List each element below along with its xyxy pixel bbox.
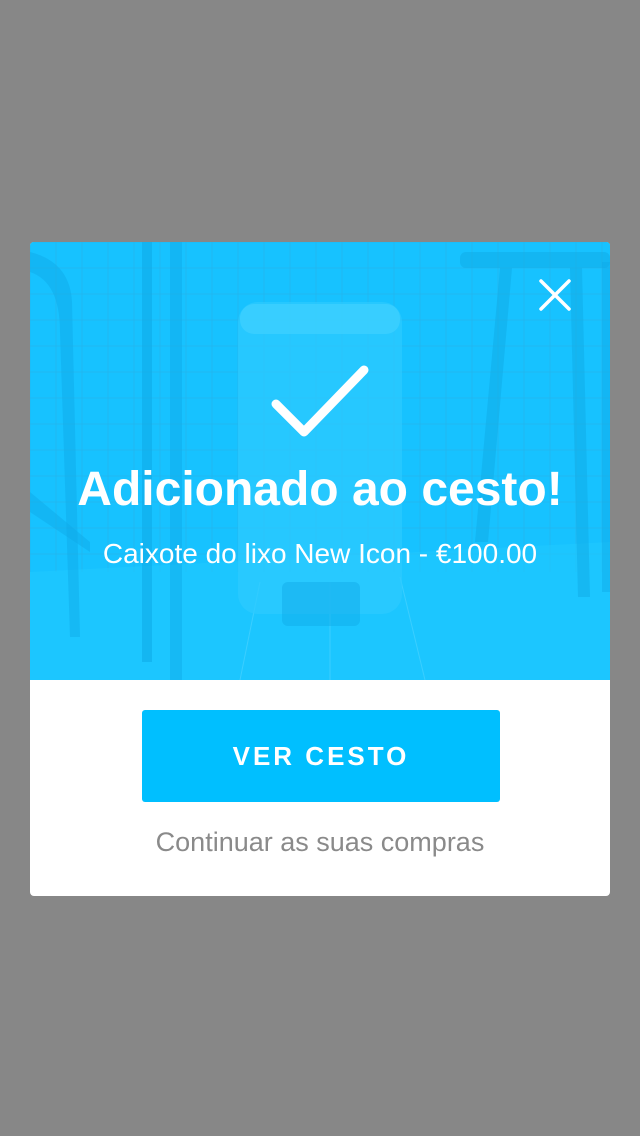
close-icon: [539, 279, 571, 311]
checkmark-icon: [271, 365, 369, 437]
added-to-cart-modal: Adicionado ao cesto! Caixote do lixo New…: [30, 242, 610, 896]
close-button[interactable]: [538, 278, 572, 312]
modal-hero: Adicionado ao cesto! Caixote do lixo New…: [30, 242, 610, 680]
modal-title: Adicionado ao cesto!: [77, 463, 563, 516]
product-summary: Caixote do lixo New Icon - €100.00: [102, 538, 538, 569]
continue-shopping-link[interactable]: Continuar as suas compras: [30, 822, 610, 862]
view-cart-button[interactable]: VER CESTO: [142, 710, 500, 802]
